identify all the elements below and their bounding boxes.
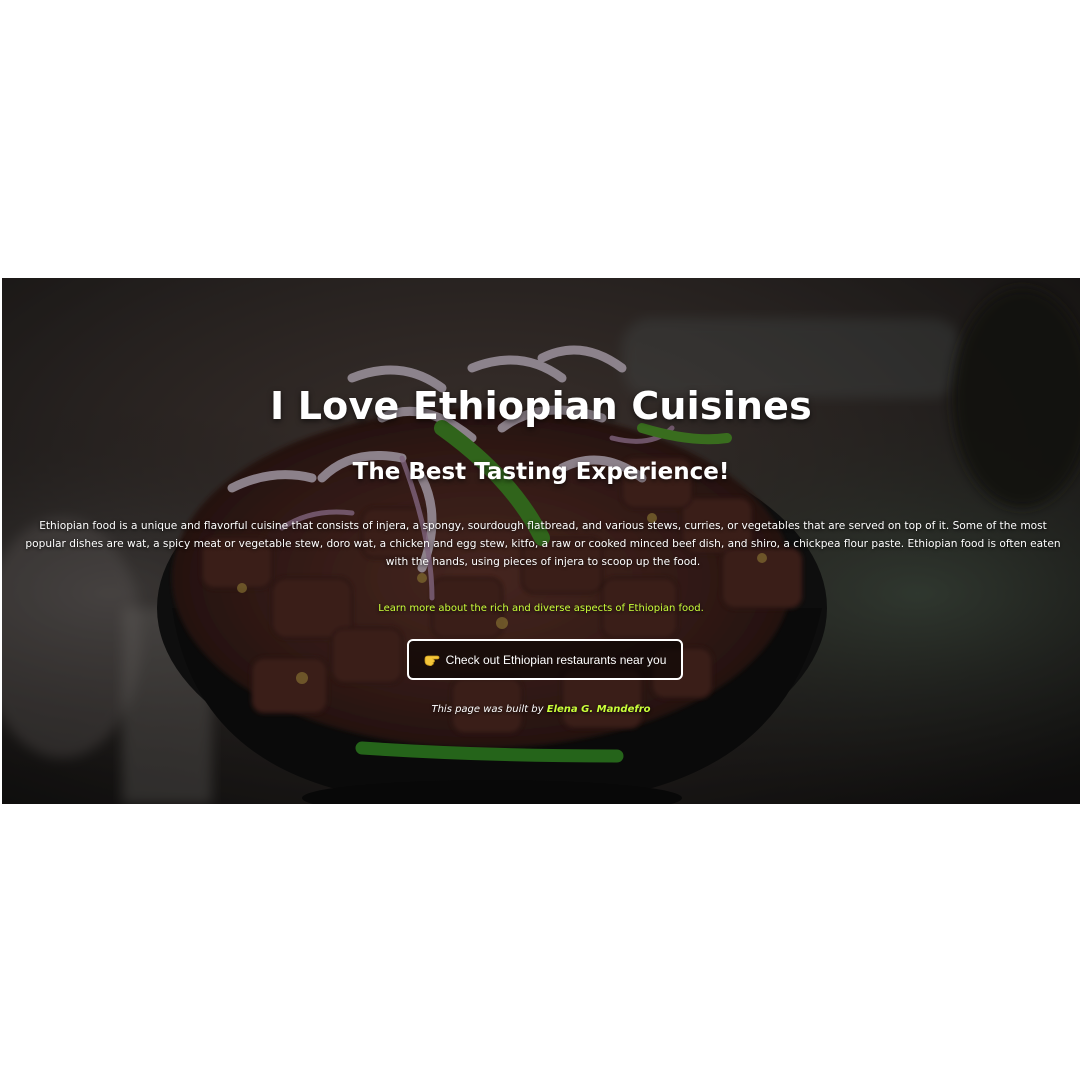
page: I Love Ethiopian Cuisines The Best Tasti… <box>0 0 1080 1080</box>
cuisine-description: Ethiopian food is a unique and flavorful… <box>25 520 1061 568</box>
page-subtitle: The Best Tasting Experience! <box>352 459 730 485</box>
page-credit: This page was built by Elena G. Mandefro <box>2 704 1080 715</box>
credit-author-link[interactable]: Elena G. Mandefro <box>547 704 651 715</box>
pointing-hand-icon <box>424 655 439 666</box>
hero-section: I Love Ethiopian Cuisines The Best Tasti… <box>2 278 1080 804</box>
cta-label: Check out Ethiopian restaurants near you <box>445 652 667 667</box>
page-title: I Love Ethiopian Cuisines <box>270 384 812 428</box>
credit-prefix: This page was built by <box>431 704 544 715</box>
restaurants-near-you-button[interactable]: Check out Ethiopian restaurants near you <box>407 639 683 680</box>
learn-more-link[interactable]: Learn more about the rich and diverse as… <box>2 603 1080 614</box>
hero-content: I Love Ethiopian Cuisines The Best Tasti… <box>2 278 1080 804</box>
